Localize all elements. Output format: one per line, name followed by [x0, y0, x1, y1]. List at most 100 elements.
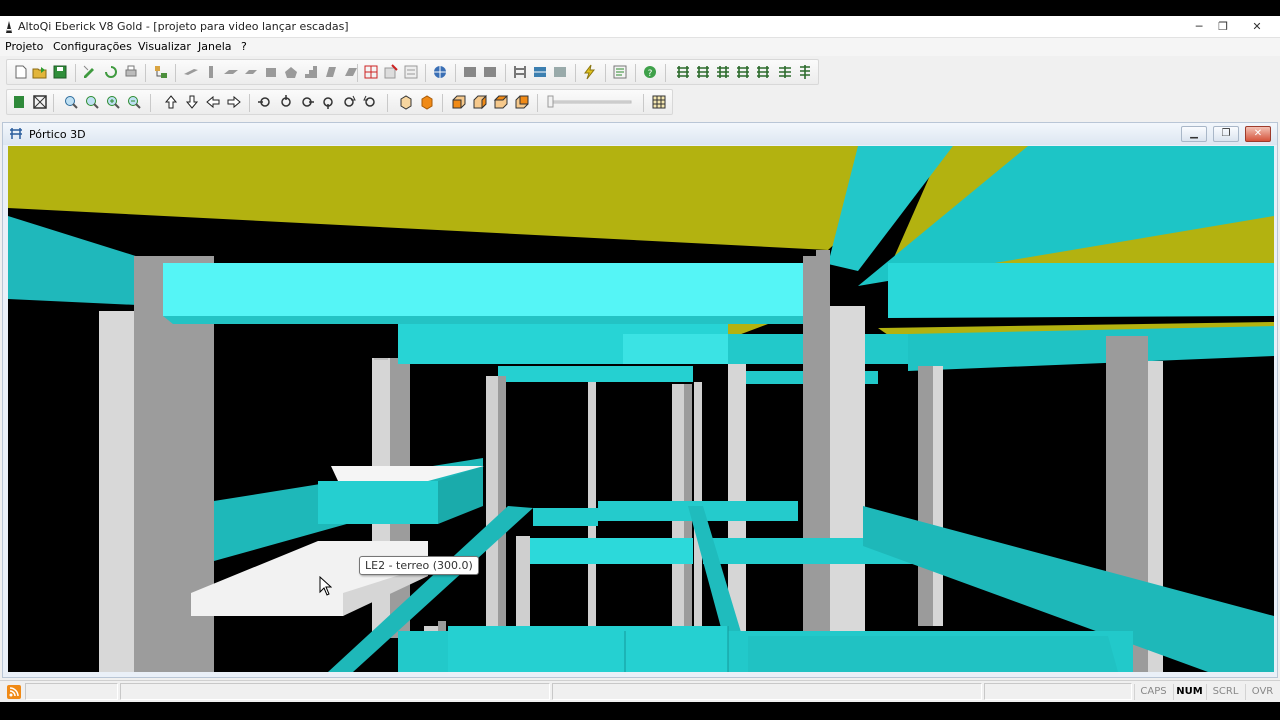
cube-solid-icon[interactable] [419, 94, 435, 110]
view-left-icon[interactable] [493, 94, 509, 110]
zoom-window-icon[interactable] [84, 94, 100, 110]
lightning-icon[interactable] [582, 64, 598, 80]
close-button[interactable]: ✕ [1245, 18, 1269, 34]
column-left-front [99, 311, 134, 672]
element-tooltip: LE2 - terreo (300.0) [359, 556, 479, 575]
floor-stack-5-icon[interactable] [755, 64, 771, 80]
grid-magnet-icon[interactable] [403, 64, 419, 80]
check-refresh-icon[interactable] [103, 64, 119, 80]
menu-janela[interactable]: Janela [198, 40, 232, 53]
toolbar-separator [75, 64, 76, 82]
menu-help[interactable]: ? [241, 40, 247, 53]
slab-shape-icon[interactable] [223, 64, 239, 80]
toolbar-separator [505, 64, 506, 82]
chart-icon[interactable] [482, 64, 498, 80]
view-back-icon[interactable] [472, 94, 488, 110]
check-edit-icon[interactable] [82, 64, 98, 80]
rotate-up-icon[interactable] [278, 94, 294, 110]
child-close-button[interactable]: ✕ [1245, 126, 1271, 142]
title-bar: AltoQi Eberick V8 Gold - [projeto para v… [0, 16, 1280, 38]
floor-stack-6-icon[interactable] [777, 64, 793, 80]
frame-icon[interactable] [512, 64, 528, 80]
menu-projeto[interactable]: Projeto [5, 40, 43, 53]
view-right-icon[interactable] [514, 94, 530, 110]
cube-wire-icon[interactable] [398, 94, 414, 110]
new-file-icon[interactable] [13, 64, 29, 80]
beam-mid-2 [623, 334, 728, 364]
cloud-icon[interactable] [552, 64, 568, 80]
save-icon[interactable] [52, 64, 68, 80]
beam-shape-icon[interactable] [183, 64, 199, 80]
beam-center-low-1 [533, 508, 598, 526]
floor-stack-3-icon[interactable] [715, 64, 731, 80]
grid-table-icon[interactable] [651, 94, 667, 110]
column-shape-icon[interactable] [203, 64, 219, 80]
wall-shape-icon[interactable] [323, 64, 339, 80]
arrow-down-icon[interactable] [184, 94, 200, 110]
application-window: AltoQi Eberick V8 Gold - [projeto para v… [0, 0, 1280, 720]
zoom-icon[interactable] [63, 94, 79, 110]
status-bar: CAPS NUM SCRL OVR [0, 680, 1280, 702]
screen-border-bottom [0, 702, 1280, 720]
help-icon[interactable]: ? [642, 64, 658, 80]
arrow-up-icon[interactable] [163, 94, 179, 110]
3d-viewport[interactable]: LE2 - terreo (300.0) [8, 146, 1274, 672]
3d-frame-scene[interactable] [8, 146, 1274, 672]
stair-shape-icon[interactable] [303, 64, 319, 80]
toolbar-separator [537, 94, 538, 112]
menu-visualizar[interactable]: Visualizar [138, 40, 191, 53]
tree-icon[interactable] [153, 64, 169, 80]
floor-stack-2-icon[interactable] [695, 64, 711, 80]
rotate-left-icon[interactable] [257, 94, 273, 110]
beam-mid-4 [498, 366, 693, 382]
toolbar-separator [387, 94, 388, 112]
arrow-left-icon[interactable] [205, 94, 221, 110]
grid-select-icon[interactable] [383, 64, 399, 80]
table-icon[interactable] [462, 64, 478, 80]
svg-text:?: ? [648, 69, 653, 79]
beam-stair-landing [318, 481, 438, 524]
open-folder-icon[interactable] [32, 64, 48, 80]
ovr-indicator: OVR [1245, 684, 1279, 700]
cube-icon[interactable] [532, 64, 548, 80]
rotate-right-icon[interactable] [299, 94, 315, 110]
toolbar-separator [455, 64, 456, 82]
pile-shape-icon[interactable] [283, 64, 299, 80]
portico-3d-window: Pórtico 3D ▁ ❐ ✕ LE2 - terreo (300.0) [2, 122, 1278, 678]
toolbar-separator [53, 94, 54, 112]
minimize-button[interactable]: ─ [1187, 18, 1211, 34]
floor-stack-4-icon[interactable] [735, 64, 751, 80]
toolbar-group-view [6, 89, 673, 115]
zoom-in-icon[interactable] [105, 94, 121, 110]
beam-bottom-front-2 [448, 626, 728, 672]
globe-icon[interactable] [432, 64, 448, 80]
rotate-cw-icon[interactable] [341, 94, 357, 110]
column-right-2 [918, 366, 933, 626]
status-pane-4 [984, 683, 1132, 700]
window-title: AltoQi Eberick V8 Gold - [projeto para v… [18, 20, 349, 33]
menu-configuracoes[interactable]: Configurações [53, 40, 132, 53]
rotate-ccw-icon[interactable] [362, 94, 378, 110]
status-pane-1 [25, 683, 118, 700]
arrow-right-icon[interactable] [226, 94, 242, 110]
child-restore-button[interactable]: ❐ [1213, 126, 1239, 142]
print-icon[interactable] [123, 64, 139, 80]
footing-shape-icon[interactable] [243, 64, 259, 80]
child-minimize-button[interactable]: ▁ [1181, 126, 1207, 142]
view-front-icon[interactable] [451, 94, 467, 110]
floor-stack-1-icon[interactable] [675, 64, 691, 80]
report-icon[interactable] [612, 64, 628, 80]
num-indicator: NUM [1173, 684, 1205, 700]
zoom-out-icon[interactable] [126, 94, 142, 110]
beam-right-main [888, 263, 1274, 318]
floor-stack-7-icon[interactable] [797, 64, 813, 80]
toolbar-separator [249, 94, 250, 112]
export-icon[interactable] [11, 94, 27, 110]
grid-red-icon[interactable] [363, 64, 379, 80]
column-right-2-front [933, 366, 943, 626]
restore-button[interactable]: ❐ [1211, 18, 1235, 34]
fit-window-icon[interactable] [32, 94, 48, 110]
block-shape-icon[interactable] [263, 64, 279, 80]
slider-track[interactable] [547, 94, 633, 110]
rotate-down-icon[interactable] [320, 94, 336, 110]
